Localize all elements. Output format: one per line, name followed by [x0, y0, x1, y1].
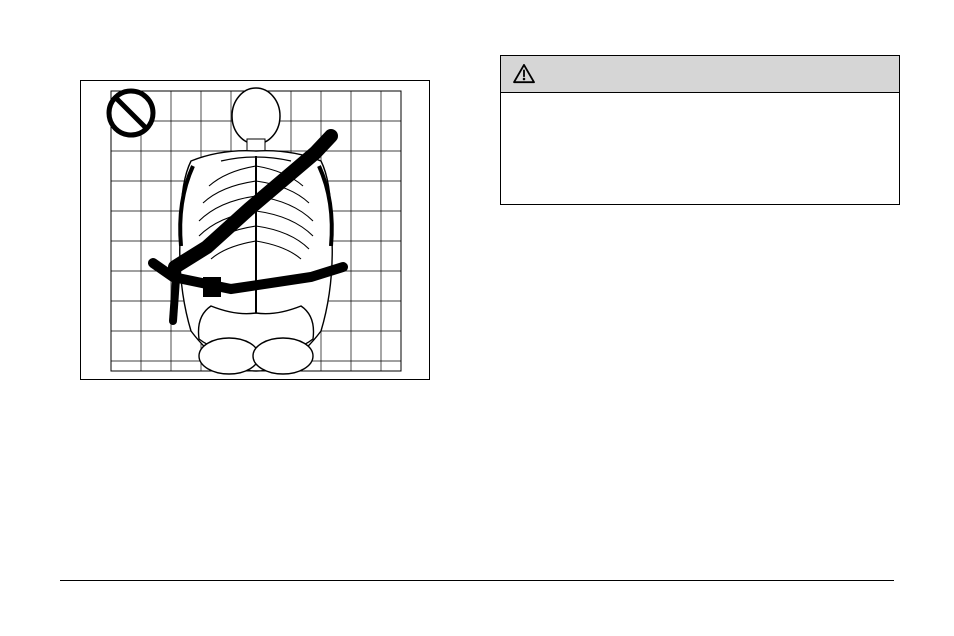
right-column: CAUTION: You can be seriously injured if… [500, 55, 900, 205]
page-number: 1-17 [868, 593, 894, 608]
caution-body: You can be seriously injured if your sho… [501, 93, 899, 204]
skeleton-seatbelt-svg [81, 81, 430, 380]
footer-rule [60, 580, 894, 581]
manual-page: CAUTION: You can be seriously injured if… [0, 0, 954, 636]
left-column [80, 80, 440, 380]
paragraph-3: Follow the instructions on the following… [80, 535, 880, 557]
caution-label: CAUTION: [545, 65, 623, 83]
caution-box: CAUTION: You can be seriously injured if… [500, 55, 900, 205]
paragraph-1: You can be seriously hurt if your should… [80, 420, 880, 463]
paragraph-2: The lap‑shoulder belt may lock if you pu… [80, 477, 880, 520]
body-text: You can be seriously hurt if your should… [80, 420, 880, 570]
caution-header: CAUTION: [501, 56, 899, 93]
prohibit-icon [109, 91, 153, 135]
seatbelt-illustration [80, 80, 430, 380]
warning-triangle-icon [513, 64, 535, 84]
